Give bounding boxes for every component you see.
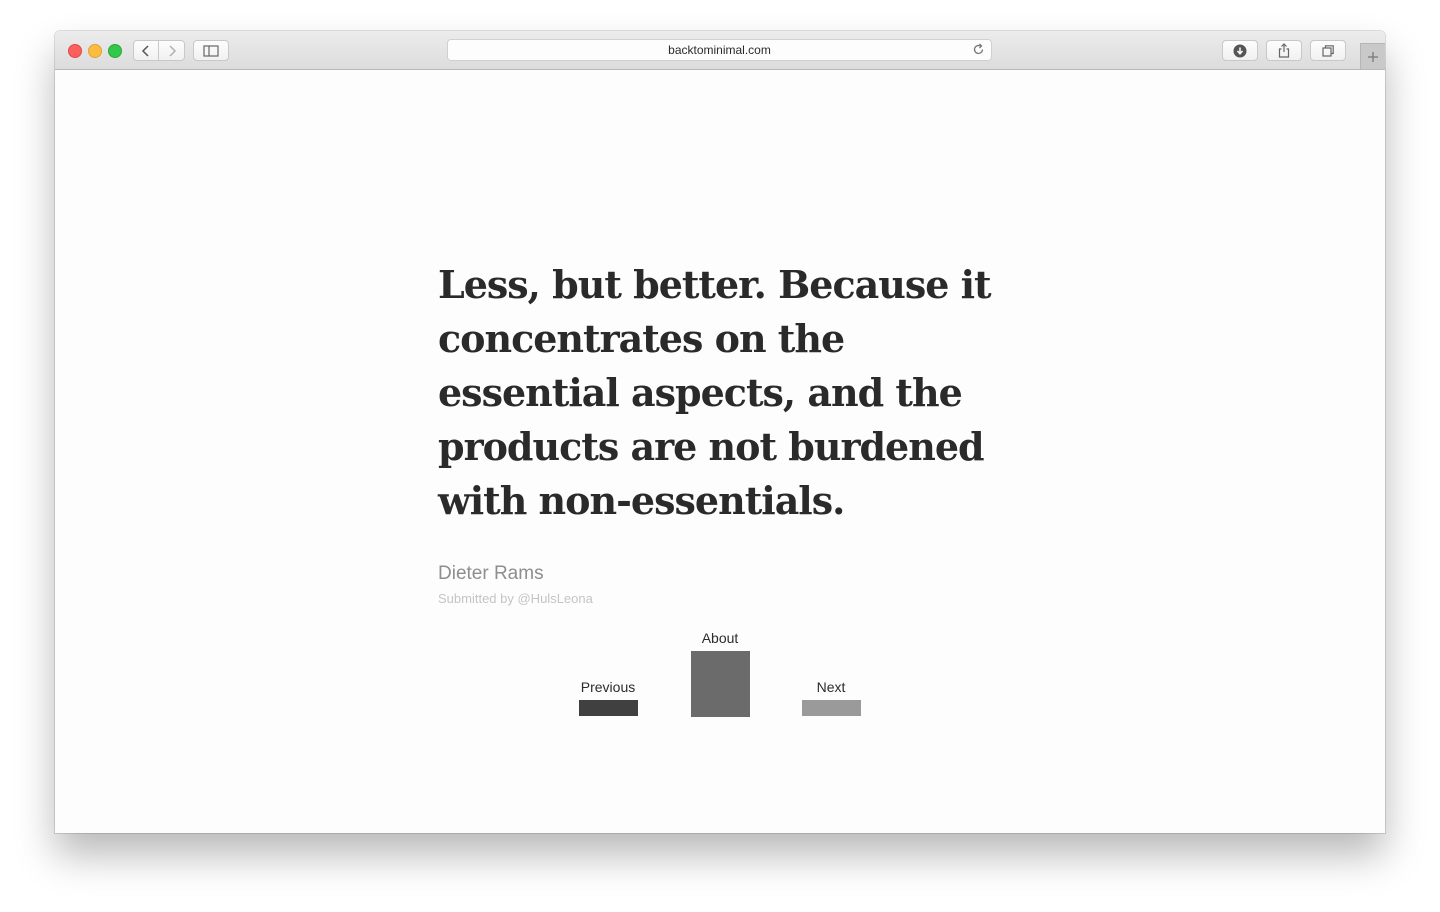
browser-window: backtominimal.com Less, but better. Beca…: [55, 31, 1385, 833]
about-button[interactable]: [691, 651, 750, 717]
previous-label[interactable]: Previous: [548, 679, 668, 695]
tabs-icon: [1322, 44, 1334, 57]
tabs-overview-button[interactable]: [1310, 40, 1346, 61]
downloads-button[interactable]: [1222, 40, 1258, 61]
sidebar-button[interactable]: [193, 40, 229, 61]
minimize-window-button[interactable]: [88, 44, 102, 58]
zoom-window-button[interactable]: [108, 44, 122, 58]
share-button[interactable]: [1266, 40, 1302, 61]
address-bar[interactable]: backtominimal.com: [447, 39, 992, 61]
submitted-by: Submitted by @HulsLeona: [438, 591, 593, 606]
page-content: Less, but better. Because it concentrate…: [55, 70, 1385, 833]
new-tab-button[interactable]: [1360, 43, 1385, 69]
reload-icon: [973, 43, 984, 55]
quote-text: Less, but better. Because it concentrate…: [438, 262, 992, 523]
quote-author: Dieter Rams: [438, 563, 544, 584]
forward-button[interactable]: [159, 40, 185, 61]
plus-icon: [1368, 51, 1378, 62]
close-window-button[interactable]: [68, 44, 82, 58]
url-text: backtominimal.com: [668, 43, 771, 57]
next-label[interactable]: Next: [771, 679, 891, 695]
sidebar-icon: [203, 44, 219, 57]
previous-button[interactable]: [579, 700, 638, 716]
download-icon: [1233, 44, 1247, 57]
about-label[interactable]: About: [660, 630, 780, 646]
back-icon: [141, 44, 149, 57]
reload-button[interactable]: [972, 43, 985, 61]
back-button[interactable]: [133, 40, 159, 61]
next-button[interactable]: [802, 700, 861, 716]
share-icon: [1278, 43, 1290, 58]
forward-icon: [168, 44, 176, 57]
browser-toolbar: backtominimal.com: [55, 31, 1385, 70]
